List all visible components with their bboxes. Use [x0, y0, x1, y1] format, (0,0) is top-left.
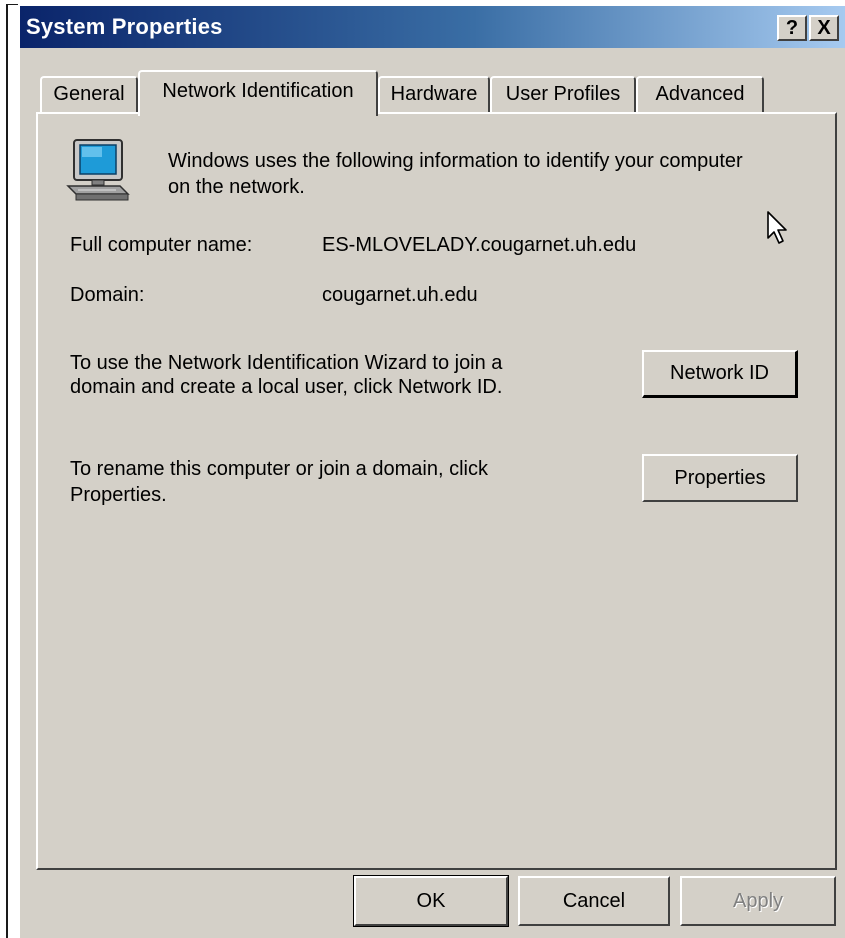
intro-text-line1: Windows uses the following information t…: [168, 150, 743, 172]
apply-button[interactable]: Apply: [680, 876, 836, 926]
apply-button-label: Apply: [732, 889, 784, 912]
wizard-text-line2: domain and create a local user, click Ne…: [70, 376, 503, 398]
domain-label: Domain:: [70, 284, 145, 306]
system-properties-dialog: System Properties ? X General Network Id…: [18, 4, 845, 938]
tab-network-identification[interactable]: Network Identification: [138, 70, 378, 116]
domain-value: cougarnet.uh.edu: [322, 284, 478, 306]
close-button[interactable]: X: [809, 15, 839, 41]
tab-strip: General Network Identification Hardware …: [20, 70, 845, 116]
cancel-button[interactable]: Cancel: [518, 876, 670, 926]
wizard-text-line1: To use the Network Identification Wizard…: [70, 352, 503, 374]
title-bar[interactable]: System Properties ? X: [20, 6, 845, 48]
ok-button[interactable]: OK: [353, 875, 509, 927]
tab-hardware[interactable]: Hardware: [378, 76, 490, 112]
tab-general[interactable]: General: [40, 76, 138, 112]
full-computer-name-value: ES-MLOVELADY.cougarnet.uh.edu: [322, 234, 637, 256]
intro-text-line2: on the network.: [168, 176, 305, 198]
computer-icon: [66, 139, 130, 201]
rename-text-line1: To rename this computer or join a domain…: [70, 458, 488, 480]
rename-text-line2: Properties.: [70, 484, 167, 506]
mouse-cursor-icon: [767, 211, 787, 244]
window-shadow-left: [6, 4, 8, 938]
full-computer-name-label: Full computer name:: [70, 234, 253, 256]
help-button[interactable]: ?: [777, 15, 807, 41]
tab-advanced[interactable]: Advanced: [636, 76, 764, 112]
properties-button[interactable]: Properties: [642, 454, 798, 502]
tab-user-profiles[interactable]: User Profiles: [490, 76, 636, 112]
network-id-button[interactable]: Network ID: [642, 350, 798, 398]
window-title: System Properties: [26, 14, 223, 39]
tab-panel-network-identification: Windows uses the following information t…: [36, 112, 837, 870]
